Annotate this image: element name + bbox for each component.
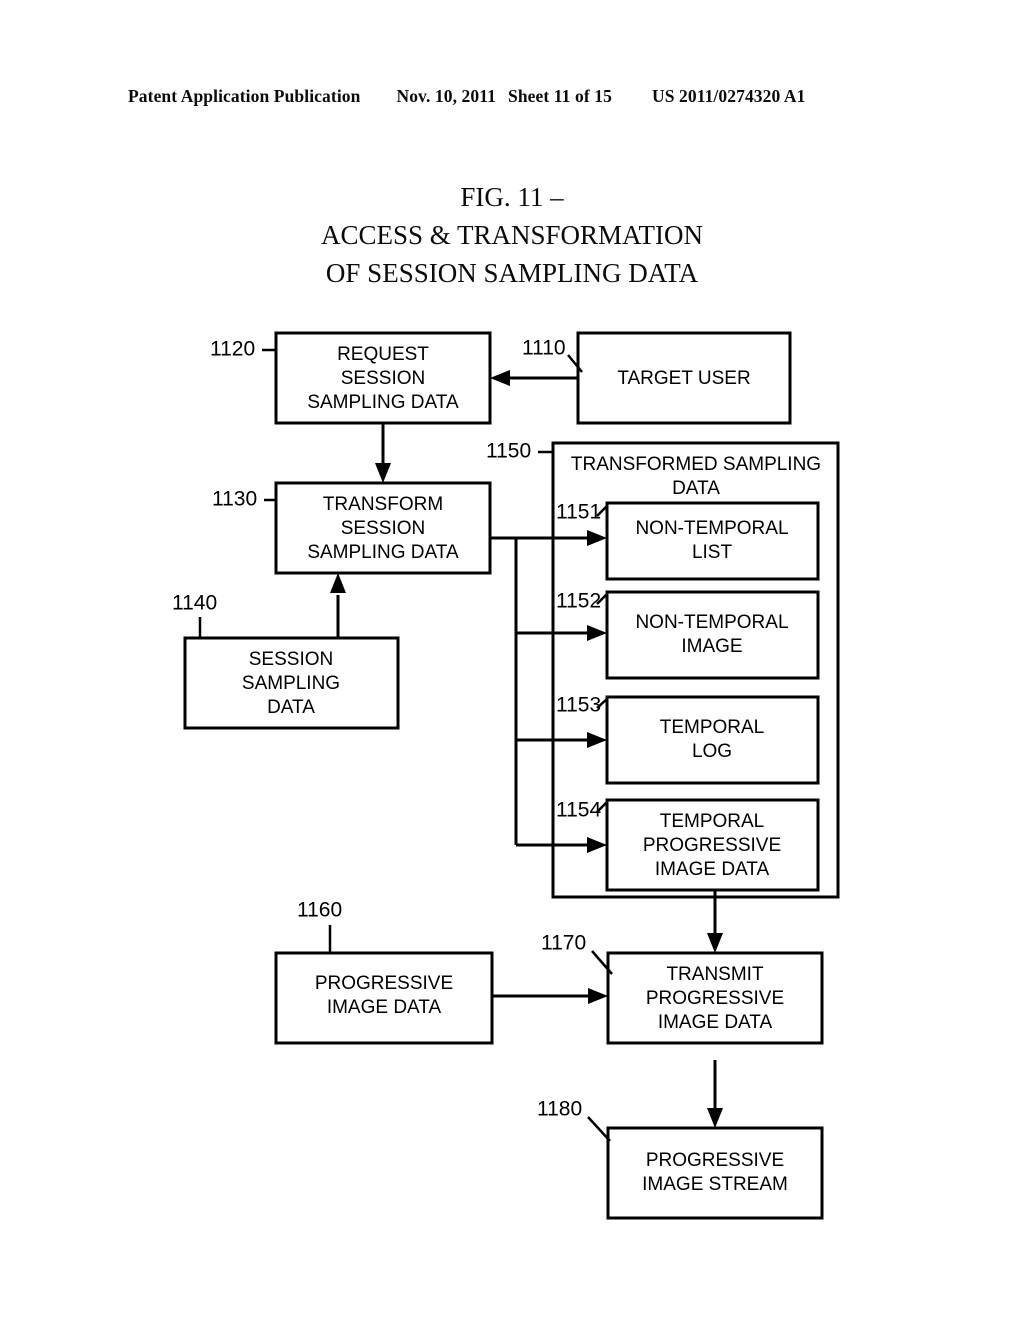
box-1160-line-1: PROGRESSIVE — [315, 973, 453, 994]
node-target-user[interactable]: TARGET USER — [576, 331, 792, 425]
arrowhead-to-temporal-progressive — [587, 837, 607, 853]
node-temporal-progressive-image-data[interactable]: TEMPORAL PROGRESSIVE IMAGE DATA — [605, 798, 820, 892]
ref-1120: 1120 — [210, 338, 255, 361]
box-1130-line-2: SESSION — [341, 518, 425, 539]
flow-diagram: TRANSFORMED SAMPLING DATA REQUEST SESSIO… — [0, 0, 1024, 1320]
box-1180[interactable] — [606, 1126, 824, 1220]
box-1160-line-2: IMAGE DATA — [327, 997, 442, 1018]
box-1154-line-3: IMAGE DATA — [655, 859, 770, 880]
box-1152-line-2: IMAGE — [681, 636, 742, 657]
box-1153[interactable] — [605, 695, 820, 785]
diagram-canvas: TRANSFORMED SAMPLING DATA REQUEST SESSIO… — [172, 331, 840, 1220]
arrowhead-progressive-data-to-transmit — [588, 988, 608, 1004]
box-1154-line-2: PROGRESSIVE — [643, 835, 781, 856]
box-1140-line-2: SAMPLING — [242, 673, 340, 694]
box-1153-line-1: TEMPORAL — [660, 717, 765, 738]
arrowhead-to-transform — [375, 463, 391, 483]
ref-1151: 1151 — [556, 501, 601, 524]
box-1140-line-3: DATA — [267, 697, 315, 718]
box-1110-line-1: TARGET USER — [617, 368, 750, 389]
box-1170-line-1: TRANSMIT — [666, 964, 764, 985]
node-transform-session-sampling-data[interactable]: TRANSFORM SESSION SAMPLING DATA — [274, 481, 492, 575]
ref-1152: 1152 — [556, 590, 601, 613]
box-1151-line-2: LIST — [692, 542, 733, 563]
box-1153-line-2: LOG — [692, 741, 732, 762]
arrowhead-to-transmit — [707, 933, 723, 953]
arrowhead-to-request — [490, 370, 510, 386]
box-1120-line-1: REQUEST — [337, 344, 429, 365]
box-1152-line-1: NON-TEMPORAL — [635, 612, 788, 633]
ref-1130: 1130 — [212, 488, 257, 511]
ref-1180: 1180 — [537, 1098, 582, 1121]
box-1140-line-1: SESSION — [249, 649, 333, 670]
box-1180-line-2: IMAGE STREAM — [642, 1174, 788, 1195]
ref-1140: 1140 — [172, 592, 217, 615]
box-1170-line-3: IMAGE DATA — [658, 1012, 773, 1033]
box-1180-line-1: PROGRESSIVE — [646, 1150, 784, 1171]
box-1120-line-2: SESSION — [341, 368, 425, 389]
ref-1170: 1170 — [541, 932, 586, 955]
arrowhead-to-stream — [707, 1108, 723, 1128]
node-temporal-log[interactable]: TEMPORAL LOG — [605, 695, 820, 785]
box-1170-line-2: PROGRESSIVE — [646, 988, 784, 1009]
ref-1160: 1160 — [297, 899, 342, 922]
group-label-line-1: TRANSFORMED SAMPLING — [571, 454, 821, 475]
node-non-temporal-image[interactable]: NON-TEMPORAL IMAGE — [605, 590, 820, 680]
node-transmit-progressive-image-data[interactable]: TRANSMIT PROGRESSIVE IMAGE DATA — [606, 951, 824, 1045]
ref-1150: 1150 — [486, 440, 531, 463]
box-1151[interactable] — [605, 501, 820, 581]
arrowhead-to-non-temporal-image — [587, 625, 607, 641]
node-progressive-image-data[interactable]: PROGRESSIVE IMAGE DATA — [274, 951, 494, 1045]
box-1151-line-1: NON-TEMPORAL — [635, 518, 788, 539]
box-1120-line-3: SAMPLING DATA — [307, 392, 459, 413]
ref-1154: 1154 — [556, 799, 601, 822]
arrowhead-to-temporal-log — [587, 732, 607, 748]
box-1152[interactable] — [605, 590, 820, 680]
arrowhead-session-data-to-transform — [330, 573, 346, 593]
box-1130-line-1: TRANSFORM — [323, 494, 443, 515]
arrowhead-to-non-temporal-list — [587, 530, 607, 546]
box-1154-line-1: TEMPORAL — [660, 811, 765, 832]
node-request-session-sampling-data[interactable]: REQUEST SESSION SAMPLING DATA — [274, 331, 492, 425]
ref-1153: 1153 — [556, 694, 601, 717]
node-session-sampling-data[interactable]: SESSION SAMPLING DATA — [183, 636, 400, 730]
node-non-temporal-list[interactable]: NON-TEMPORAL LIST — [605, 501, 820, 581]
box-1130-line-3: SAMPLING DATA — [307, 542, 459, 563]
node-progressive-image-stream[interactable]: PROGRESSIVE IMAGE STREAM — [606, 1126, 824, 1220]
ref-1110: 1110 — [522, 337, 566, 360]
patent-page: Patent Application Publication Nov. 10, … — [0, 0, 1024, 1320]
group-label-line-2: DATA — [672, 478, 720, 499]
